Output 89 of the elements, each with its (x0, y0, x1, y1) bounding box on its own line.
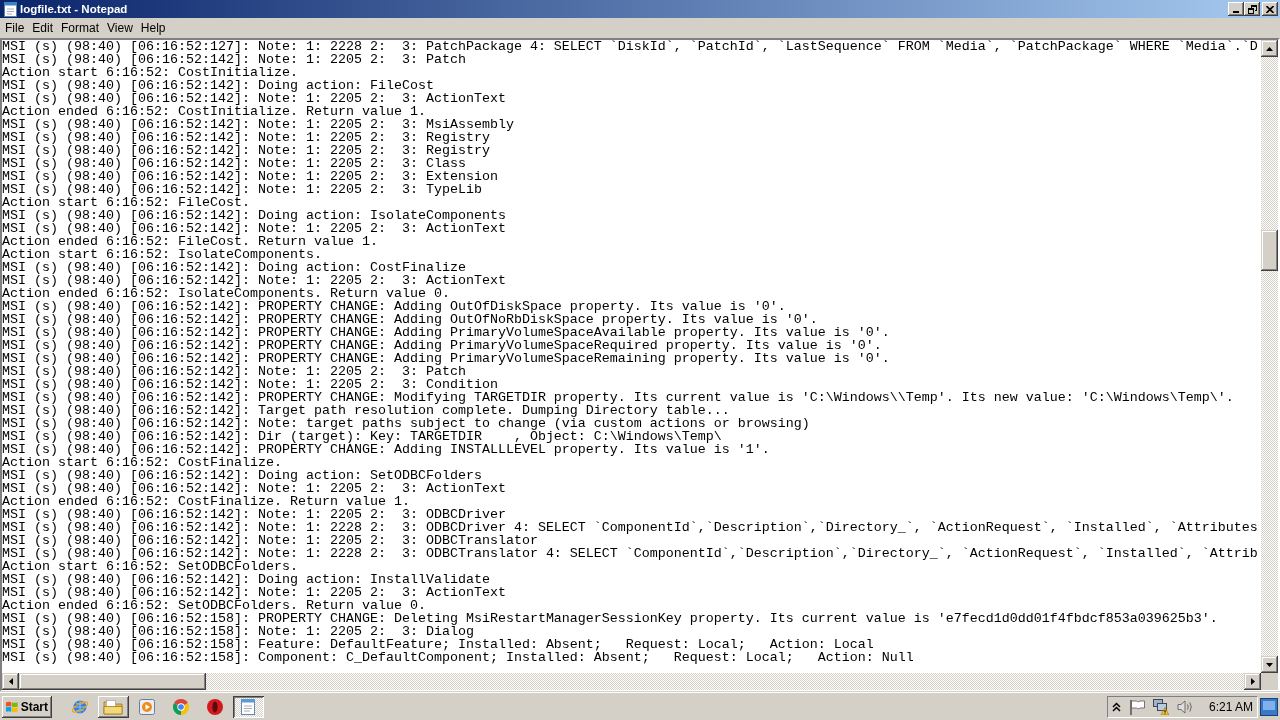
close-button[interactable] (1262, 2, 1278, 16)
log-line: MSI (s) (98:40) [06:16:52:142]: Note: 1: 2205 2: 3: Patch (2, 365, 466, 378)
log-line: MSI (s) (98:40) [06:16:52:142]: Target path resolution complete. Dumping Directory table... (2, 404, 731, 417)
log-line: MSI (s) (98:40) [06:16:52:142]: Note: 1: 2205 2: 3: Extension (2, 170, 499, 183)
log-line: MSI (s) (98:40) [06:16:52:142]: Doing action: IsolateComponents (2, 209, 507, 222)
restore-button[interactable] (1244, 2, 1260, 16)
log-line: MSI (s) (98:40) [06:16:52:158]: Component: C_DefaultComponent; Installed: Absent; Request: Local; Action: Null (2, 651, 915, 664)
log-line: MSI (s) (98:40) [06:16:52:142]: Note: 1: 2205 2: 3: ActionText (2, 274, 507, 287)
ring-icon (206, 698, 223, 715)
text-area[interactable] (2, 40, 1261, 673)
log-line: MSI (s) (98:40) [06:16:52:142]: Note: 1: 2205 2: 3: ActionText (2, 586, 507, 599)
log-line: Action ended 6:16:52: IsolateComponents. Return value 0. (2, 287, 451, 300)
scroll-left-button[interactable] (2, 673, 19, 690)
log-line: MSI (s) (98:40) [06:16:52:142]: Doing action: FileCost (2, 79, 435, 92)
log-line: MSI (s) (98:40) [06:16:52:142]: Note: 1: 2205 2: 3: Patch (2, 53, 466, 66)
log-line: MSI (s) (98:40) [06:16:52:142]: Doing action: SetODBCFolders (2, 469, 483, 482)
log-line: MSI (s) (98:40) [06:16:52:142]: Note: 1: 2205 2: 3: ActionText (2, 482, 507, 495)
desktop-icon[interactable] (1260, 697, 1278, 716)
log-line: MSI (s) (98:40) [06:16:52:142]: Note: 1: 2228 2: 3: ODBCTranslator 4: SELECT `ComponentId`,`Description`,`Directory_`, `ActionRequest`, `Installed`, `Attrib (2, 547, 1259, 560)
log-line: MSI (s) (98:40) [06:16:52:142]: Note: 1: 2205 2: 3: ODBCTranslator (2, 534, 539, 547)
log-line: MSI (s) (98:40) [06:16:52:142]: Note: 1: 2228 2: 3: ODBCDriver 4: SELECT `ComponentId`,`Description`,`Directory_`, `ActionRequest`, `Installed`, `Attributes (2, 521, 1259, 534)
folder-icon (103, 698, 124, 715)
network-warning-icon[interactable] (1152, 698, 1169, 715)
start-button[interactable]: Start (2, 695, 52, 718)
up-arrow-icon (1266, 46, 1273, 51)
windows-logo-icon (6, 699, 18, 714)
log-line: MSI (s) (98:40) [06:16:52:142]: PROPERTY CHANGE: Adding PrimaryVolumeSpaceRemaining property. Its value is '0'. (2, 352, 891, 365)
log-line: MSI (s) (98:40) [06:16:52:142]: Note: 1: 2205 2: 3: ActionText (2, 92, 507, 105)
restore-icon (1247, 4, 1257, 14)
log-line: Action ended 6:16:52: CostInitialize. Return value 1. (2, 105, 427, 118)
window-title: logfile.txt - Notepad (20, 3, 128, 15)
log-line: MSI (s) (98:40) [06:16:52:142]: Doing action: CostFinalize (2, 261, 467, 274)
log-line: MSI (s) (98:40) [06:16:52:142]: PROPERTY CHANGE: Adding OutOfDiskSpace property. Its value is '0'. (2, 300, 787, 313)
clock[interactable]: 6:21 AM (1208, 699, 1253, 714)
log-line: MSI (s) (98:40) [06:16:52:142]: Note: 1: 2205 2: 3: Registry (2, 144, 491, 157)
play-icon (139, 698, 156, 715)
log-line: MSI (s) (98:40) [06:16:52:142]: PROPERTY CHANGE: Adding INSTALLLEVEL property. Its value is '1'. (2, 443, 771, 456)
log-line: MSI (s) (98:40) [06:16:52:158]: Feature: DefaultFeature; Installed: Absent; Request: Local; Action: Local (2, 638, 875, 651)
log-line: Action start 6:16:52: SetODBCFolders. (2, 560, 299, 573)
log-line: MSI (s) (98:40) [06:16:52:142]: Note: 1: 2205 2: 3: MsiAssembly (2, 118, 515, 131)
log-line: Action start 6:16:52: CostFinalize. (2, 456, 283, 469)
notepad-icon (241, 698, 256, 715)
speaker-icon[interactable] (1176, 698, 1193, 715)
taskbar-button[interactable] (233, 695, 264, 718)
log-line: Action start 6:16:52: CostInitialize. (2, 66, 299, 79)
log-line: MSI (s) (98:40) [06:16:52:142]: Note: 1: 2205 2: 3: Condition (2, 378, 499, 391)
menu-item[interactable]: File (1, 20, 29, 36)
menu-item[interactable]: Help (136, 20, 170, 36)
log-line: MSI (s) (98:40) [06:16:52:127]: Note: 1: 2228 2: 3: PatchPackage 4: SELECT `DiskId`, `PatchId`, `LastSequence` FROM `Media`, `PatchPackage` WHERE `Media`.`D (2, 40, 1259, 53)
scroll-right-button[interactable] (1244, 673, 1261, 690)
log-line: MSI (s) (98:40) [06:16:52:142]: Dir (target): Key: TARGETDIR , Object: C:\Windows\Temp\ (2, 430, 723, 443)
down-arrow-icon (1266, 662, 1273, 667)
log-line: Action ended 6:16:52: CostFinalize. Return value 1. (2, 495, 411, 508)
close-icon (1266, 5, 1274, 13)
flag-icon[interactable] (1128, 698, 1145, 715)
chevron-up-icon[interactable] (1111, 701, 1121, 712)
taskbar-button[interactable] (97, 695, 129, 718)
menu-item[interactable]: View (103, 20, 137, 36)
log-line: Action start 6:16:52: IsolateComponents. (2, 248, 323, 261)
vertical-scrollbar[interactable] (1261, 40, 1278, 673)
log-line: MSI (s) (98:40) [06:16:52:142]: PROPERTY CHANGE: Adding PrimaryVolumeSpaceAvailable property. Its value is '0'. (2, 326, 891, 339)
log-line: MSI (s) (98:40) [06:16:52:142]: Note: 1: 2205 2: 3: Registry (2, 131, 490, 144)
log-line: Action ended 6:16:52: FileCost. Return value 1. (2, 235, 379, 248)
log-line: MSI (s) (98:40) [06:16:52:142]: PROPERTY CHANGE: Adding PrimaryVolumeSpaceRequired property. Its value is '0'. (2, 339, 883, 352)
log-line: MSI (s) (98:40) [06:16:52:142]: Note: 1: 2205 2: 3: ODBCDriver (2, 508, 507, 521)
left-arrow-icon (8, 678, 13, 685)
log-line: MSI (s) (98:40) [06:16:52:142]: PROPERTY CHANGE: Modifying TARGETDIR property. Its current value is 'C:\Windows\\Temp'. Its new value: 'C:\Windows\Temp\'. (2, 391, 1235, 404)
scrollbar-thumb[interactable] (1261, 230, 1278, 271)
log-line: Action ended 6:16:52: SetODBCFolders. Return value 0. (2, 599, 427, 612)
log-line: MSI (s) (98:40) [06:16:52:142]: PROPERTY CHANGE: Adding OutOfNoRbDiskSpace property. Its value is '0'. (2, 313, 819, 326)
minimize-icon (1233, 11, 1239, 13)
menu-item[interactable]: Edit (28, 20, 58, 36)
horizontal-scrollbar[interactable] (2, 673, 1261, 690)
log-line: MSI (s) (98:40) [06:16:52:158]: Note: 1: 2205 2: 3: Dialog (2, 625, 474, 638)
log-line: Action start 6:16:52: FileCost. (2, 196, 251, 209)
minimize-button[interactable] (1228, 2, 1244, 16)
scrollbar-thumb[interactable] (19, 673, 206, 690)
log-line: MSI (s) (98:40) [06:16:52:142]: Doing action: InstallValidate (2, 573, 491, 586)
scroll-down-button[interactable] (1261, 656, 1278, 673)
log-line: MSI (s) (98:40) [06:16:52:142]: Note: 1: 2205 2: 3: Class (2, 157, 466, 170)
menu-item[interactable]: Format (57, 20, 104, 36)
log-line: MSI (s) (98:40) [06:16:52:158]: PROPERTY CHANGE: Deleting MsiRestartManagerSessionKey property. Its current value is 'e7fecd1d0dd01f4fbdcf853a039625b3'. (2, 612, 1219, 625)
notepad-icon (4, 1, 17, 17)
scroll-up-button[interactable] (1261, 40, 1278, 57)
log-line: MSI (s) (98:40) [06:16:52:142]: Note: target paths subject to change (via custom actions or browsing) (2, 417, 811, 430)
log-line: MSI (s) (98:40) [06:16:52:142]: Note: 1: 2205 2: 3: ActionText (2, 222, 507, 235)
right-arrow-icon (1250, 678, 1255, 685)
log-line: MSI (s) (98:40) [06:16:52:142]: Note: 1: 2205 2: 3: TypeLib (2, 183, 483, 196)
segmented-circle-icon (172, 698, 189, 715)
